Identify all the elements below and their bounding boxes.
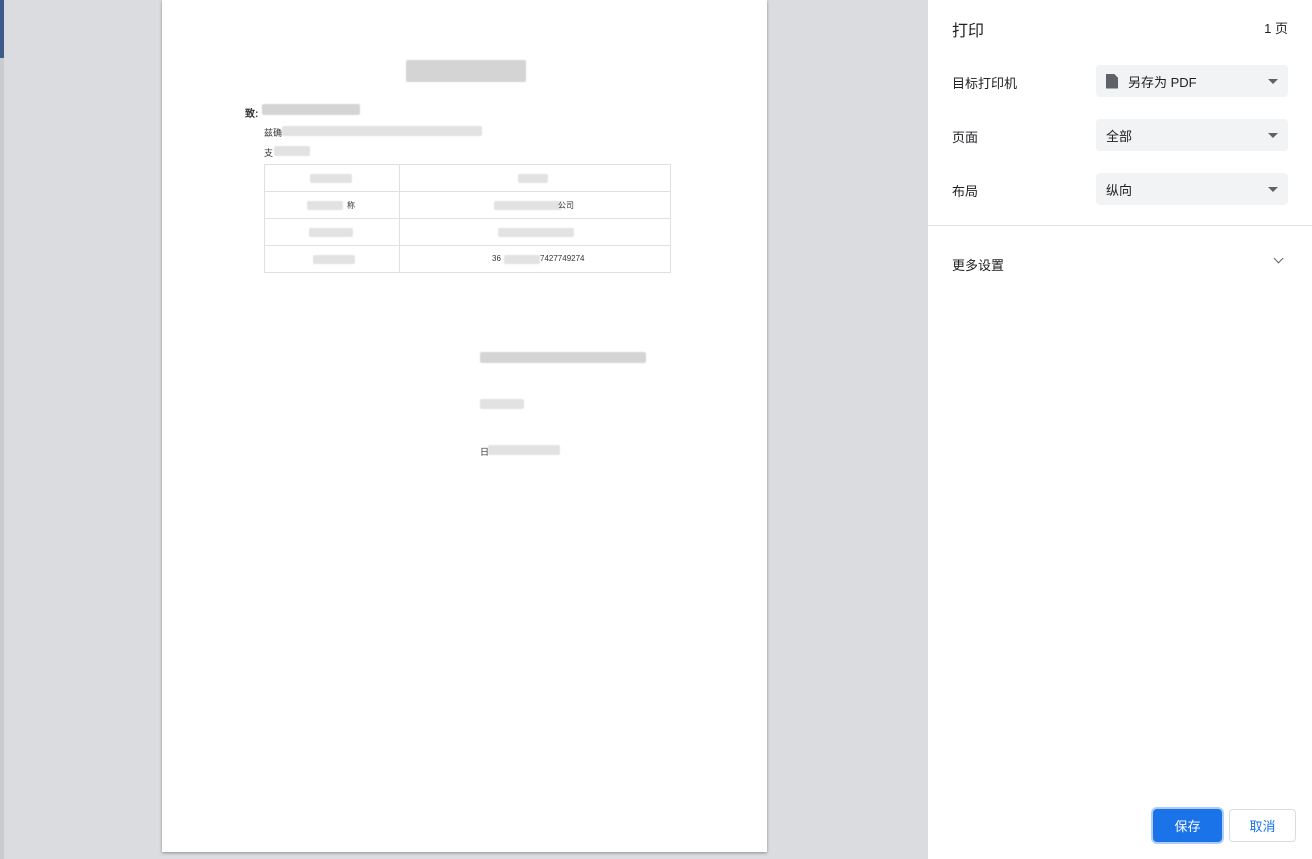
table-row: 称 公司 [264, 191, 671, 219]
table-cell-label [264, 164, 400, 192]
chevron-down-icon [1273, 253, 1284, 264]
table-row: 36 7427749274 [264, 245, 671, 273]
table-cell-label [264, 218, 400, 246]
table-cell-value: 公司 [399, 191, 671, 219]
table-row [264, 164, 671, 192]
doc-to-redacted [262, 104, 360, 115]
panel-divider [928, 225, 1312, 226]
page-count: 1 页 [1264, 21, 1288, 36]
save-button[interactable]: 保存 [1153, 809, 1222, 842]
document-icon [1106, 73, 1118, 89]
table-cell-label [264, 245, 400, 273]
doc-date-redacted [488, 445, 560, 455]
dropdown-arrow-icon [1268, 133, 1278, 138]
doc-signature-company-redacted [480, 352, 646, 363]
destination-value: 另存为 PDF [1128, 74, 1197, 90]
doc-line2-prefix: 支 [264, 148, 274, 158]
table-cell-label: 称 [264, 191, 400, 219]
layout-label: 布局 [952, 184, 979, 199]
layout-select[interactable]: 纵向 [1096, 173, 1288, 205]
pages-value: 全部 [1106, 128, 1133, 144]
print-preview-area: 致: 兹确 支 称 公司 36 7427749274 日 [4, 0, 928, 859]
dropdown-arrow-icon [1268, 79, 1278, 84]
print-settings-panel: 打印 1 页 目标打印机 另存为 PDF 页面 全部 布局 纵向 更多设置 保存… [928, 0, 1312, 859]
more-settings-label: 更多设置 [952, 258, 1005, 273]
pages-select[interactable]: 全部 [1096, 119, 1288, 151]
destination-label: 目标打印机 [952, 76, 1018, 91]
doc-to-prefix: 致: [245, 109, 259, 120]
doc-info-table: 称 公司 36 7427749274 [264, 164, 671, 273]
table-cell-value [399, 164, 671, 192]
table-cell-value: 36 7427749274 [399, 245, 671, 273]
more-settings-toggle[interactable]: 更多设置 [928, 246, 1312, 280]
dropdown-arrow-icon [1268, 187, 1278, 192]
table-row [264, 218, 671, 246]
table-cell-value [399, 218, 671, 246]
print-dialog-title: 打印 [952, 23, 985, 40]
pages-label: 页面 [952, 130, 979, 145]
cancel-button[interactable]: 取消 [1229, 809, 1296, 842]
doc-heading-redacted [406, 60, 526, 82]
doc-signature-person-redacted [480, 399, 524, 409]
doc-line1-prefix: 兹确 [264, 128, 283, 138]
destination-select[interactable]: 另存为 PDF [1096, 65, 1288, 97]
doc-line1-redacted [282, 126, 482, 136]
layout-value: 纵向 [1106, 182, 1133, 198]
doc-line2-redacted [274, 146, 310, 156]
preview-page: 致: 兹确 支 称 公司 36 7427749274 日 [162, 0, 767, 852]
